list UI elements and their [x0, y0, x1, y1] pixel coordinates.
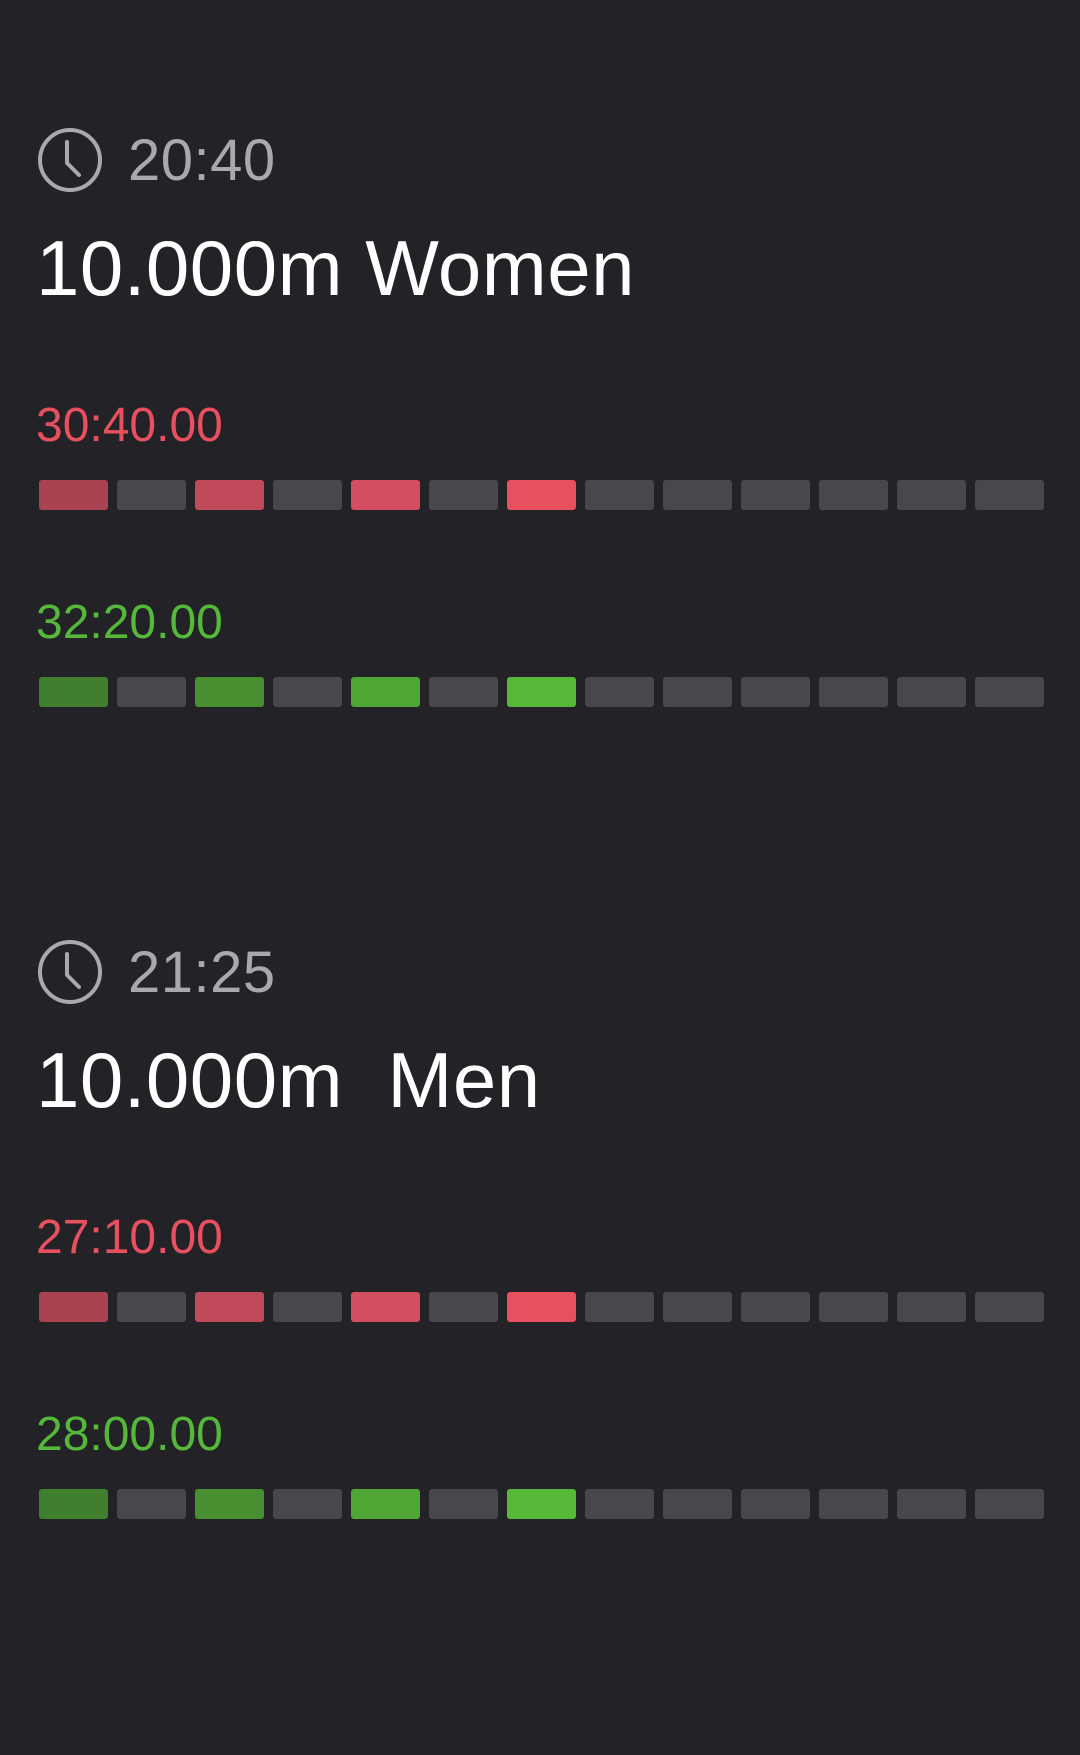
bar-segment-lit — [507, 1292, 576, 1322]
bar-segment — [819, 1292, 888, 1322]
bar-segment — [819, 480, 888, 510]
progress-bar-red — [39, 1292, 1044, 1322]
clock-icon — [38, 940, 102, 1004]
bar-segment — [273, 1489, 342, 1519]
bar-segment-lit — [507, 1489, 576, 1519]
bar-segment — [897, 677, 966, 707]
bar-segment — [663, 677, 732, 707]
bar-segment — [975, 1292, 1044, 1322]
bar-segment-lit — [351, 677, 420, 707]
bar-segment-lit — [351, 1292, 420, 1322]
target-red: 27:10.00 — [36, 1210, 1044, 1322]
bar-segment-lit — [351, 480, 420, 510]
start-time: 21:25 — [128, 939, 276, 1005]
bar-segment — [585, 1489, 654, 1519]
bar-segment — [429, 677, 498, 707]
progress-bar-green — [39, 1489, 1044, 1519]
progress-bar-red — [39, 480, 1044, 510]
bar-segment-lit — [351, 1489, 420, 1519]
bar-segment — [117, 1292, 186, 1322]
bar-segment — [819, 1489, 888, 1519]
bar-segment-lit — [195, 1292, 264, 1322]
bar-segment — [897, 1489, 966, 1519]
bar-segment — [975, 1489, 1044, 1519]
bar-segment — [585, 480, 654, 510]
bar-segment — [117, 677, 186, 707]
target-time-green: 32:20.00 — [36, 596, 223, 649]
bar-segment — [663, 1489, 732, 1519]
bar-segment — [741, 677, 810, 707]
target-time-red: 27:10.00 — [36, 1211, 223, 1264]
bar-segment — [117, 480, 186, 510]
bar-segment — [429, 1489, 498, 1519]
bar-segment-lit — [195, 677, 264, 707]
bar-segment-lit — [507, 677, 576, 707]
bar-segment — [663, 1292, 732, 1322]
bar-segment — [429, 480, 498, 510]
bar-segment — [741, 1292, 810, 1322]
bar-segment-lit — [507, 480, 576, 510]
start-time-row: 20:40 — [36, 120, 1044, 200]
bar-segment — [663, 480, 732, 510]
bar-segment — [429, 1292, 498, 1322]
event-title: 10.000m Men — [36, 1036, 541, 1124]
bar-segment — [273, 1292, 342, 1322]
start-time: 20:40 — [128, 127, 276, 193]
target-time-green: 28:00.00 — [36, 1408, 223, 1461]
race-card[interactable]: 21:25 10.000m Men 27:10.00 28:00.00 — [36, 932, 1044, 1519]
target-time-red: 30:40.00 — [36, 399, 223, 452]
bar-segment — [585, 1292, 654, 1322]
race-card[interactable]: 20:40 10.000m Women 30:40.00 32:20.00 — [36, 120, 1044, 707]
bar-segment-lit — [39, 480, 108, 510]
progress-bar-green — [39, 677, 1044, 707]
bar-segment-lit — [39, 1292, 108, 1322]
bar-segment — [897, 1292, 966, 1322]
bar-segment-lit — [39, 677, 108, 707]
bar-segment — [117, 1489, 186, 1519]
bar-segment-lit — [195, 1489, 264, 1519]
bar-segment — [741, 1489, 810, 1519]
bar-segment — [273, 480, 342, 510]
bar-segment — [741, 480, 810, 510]
target-green: 32:20.00 — [36, 595, 1044, 707]
bar-segment-lit — [39, 1489, 108, 1519]
start-time-row: 21:25 — [36, 932, 1044, 1012]
target-green: 28:00.00 — [36, 1407, 1044, 1519]
bar-segment — [975, 480, 1044, 510]
bar-segment-lit — [195, 480, 264, 510]
event-title: 10.000m Women — [36, 224, 636, 312]
bar-segment — [273, 677, 342, 707]
clock-icon — [38, 128, 102, 192]
target-red: 30:40.00 — [36, 398, 1044, 510]
bar-segment — [585, 677, 654, 707]
bar-segment — [897, 480, 966, 510]
bar-segment — [819, 677, 888, 707]
bar-segment — [975, 677, 1044, 707]
